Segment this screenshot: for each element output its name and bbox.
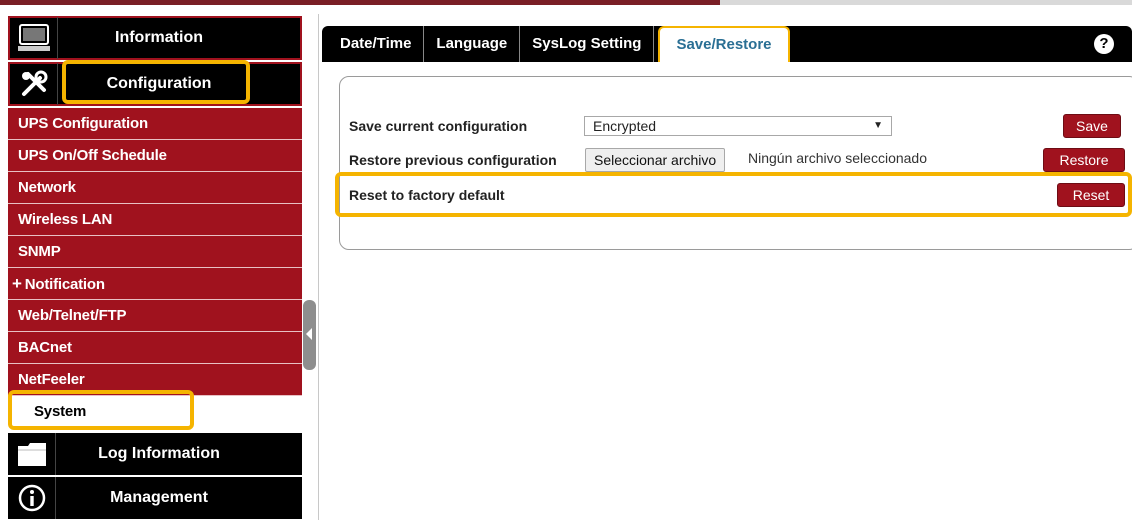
highlight-system	[8, 390, 194, 430]
sidebar-item-network[interactable]: Network	[8, 172, 302, 204]
computer-icon	[10, 17, 58, 59]
sidebar-item-label: Wireless LAN	[18, 211, 113, 228]
sidebar-item-label: UPS On/Off Schedule	[18, 147, 167, 164]
save-button[interactable]: Save	[1063, 114, 1121, 138]
sidebar-header-label: Management	[110, 489, 208, 506]
tab-syslog-setting[interactable]: SysLog Setting	[520, 26, 655, 62]
tools-icon	[10, 63, 58, 105]
sidebar-item-wireless-lan[interactable]: Wireless LAN	[8, 204, 302, 236]
sidebar-item-label: Notification	[24, 276, 105, 293]
restore-config-label: Restore previous configuration	[349, 152, 557, 168]
tab-date-time[interactable]: Date/Time	[322, 26, 425, 62]
choose-file-button[interactable]: Seleccionar archivo	[585, 148, 726, 172]
sidebar-header-label: Log Information	[98, 445, 220, 462]
select-value: Encrypted	[593, 118, 657, 134]
sidebar-item-bacnet[interactable]: BACnet	[8, 332, 302, 364]
tab-language[interactable]: Language	[424, 26, 521, 62]
tab-bar: Date/Time Language SysLog Setting Save/R…	[322, 26, 1132, 62]
sidebar-item-label: Web/Telnet/FTP	[18, 307, 127, 324]
sidebar-item-label: Network	[18, 179, 76, 196]
sidebar-item-label: UPS Configuration	[18, 115, 148, 132]
sidebar-item-notification[interactable]: + Notification	[8, 268, 302, 300]
sidebar-header-management[interactable]: Management	[8, 477, 302, 519]
help-icon[interactable]: ?	[1094, 34, 1114, 54]
highlight-reset-row	[335, 172, 1132, 217]
sidebar-item-label: SNMP	[18, 243, 61, 260]
sidebar-item-ups-onoff-schedule[interactable]: UPS On/Off Schedule	[8, 140, 302, 172]
sidebar-item-label: NetFeeler	[18, 371, 85, 388]
save-config-label: Save current configuration	[349, 118, 528, 134]
info-icon	[8, 477, 56, 519]
sidebar-item-web-telnet-ftp[interactable]: Web/Telnet/FTP	[8, 300, 302, 332]
sidebar-header-information[interactable]: Information	[8, 16, 302, 60]
sidebar-collapse-handle[interactable]	[303, 300, 316, 370]
save-format-select[interactable]: Encrypted ▼	[584, 116, 892, 136]
sidebar-item-label: BACnet	[18, 339, 72, 356]
restore-button[interactable]: Restore	[1043, 148, 1125, 172]
sidebar-item-ups-configuration[interactable]: UPS Configuration	[8, 108, 302, 140]
sidebar-item-snmp[interactable]: SNMP	[8, 236, 302, 268]
sidebar-header-log-information[interactable]: Log Information	[8, 433, 302, 475]
expand-plus-icon: +	[12, 274, 22, 293]
divider	[318, 14, 319, 520]
highlight-configuration	[62, 60, 250, 104]
tab-save-restore[interactable]: Save/Restore	[658, 26, 790, 62]
config-menu: UPS Configuration UPS On/Off Schedule Ne…	[8, 108, 302, 428]
chevron-left-icon	[306, 328, 312, 340]
folder-icon	[8, 433, 56, 475]
file-status-text: Ningún archivo seleccionado	[748, 150, 927, 166]
chevron-down-icon: ▼	[873, 120, 883, 131]
sidebar-header-label: Information	[115, 29, 203, 46]
top-strip	[0, 0, 1132, 5]
